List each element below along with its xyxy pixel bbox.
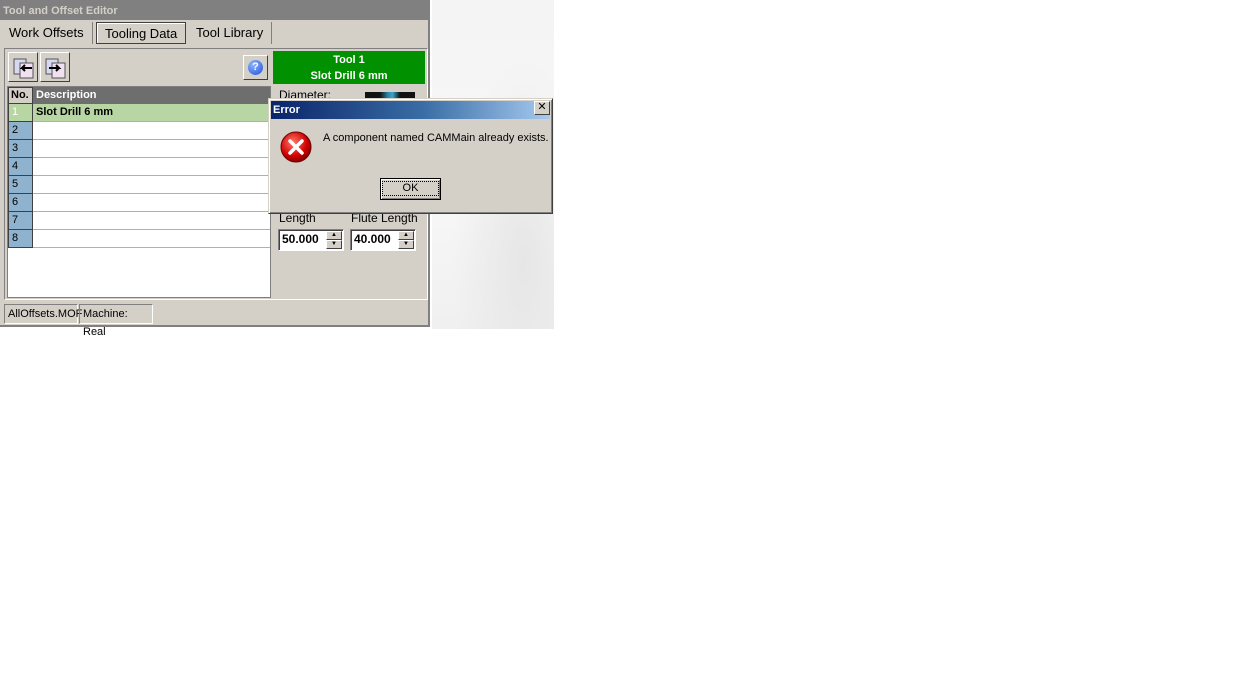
status-machine: Machine: Real [79,304,153,338]
ok-button[interactable]: OK [380,178,441,200]
export-tools-button[interactable] [40,52,70,82]
status-bar: AllOffsets.MOF Machine: Real [2,302,428,338]
flute-length-down-icon[interactable]: ▼ [398,240,414,249]
table-row[interactable]: 2 [8,122,270,140]
length-value[interactable]: 50.000 [282,232,319,246]
table-header: No. Description [8,87,270,104]
tool-table: No. Description 1 Slot Drill 6 mm 2 3 4 … [7,86,271,298]
column-header-description: Description [36,89,97,101]
row-description[interactable] [33,140,270,158]
row-number: 2 [8,122,33,140]
ok-button-label: OK [381,181,440,196]
row-description[interactable] [33,230,270,248]
table-row[interactable]: 4 [8,158,270,176]
tool-name-label: Slot Drill 6 mm [310,70,388,82]
flute-length-stepper[interactable]: 40.000 ▲ ▼ [350,229,416,251]
row-number: 6 [8,194,33,212]
row-description[interactable] [33,158,270,176]
row-number: 1 [8,104,33,122]
length-up-icon[interactable]: ▲ [326,231,342,240]
column-header-no: No. [8,87,33,104]
tab-tool-library[interactable]: Tool Library [188,22,273,44]
tab-bar: Work Offsets Tooling Data Tool Library [0,20,428,46]
length-stepper-buttons: ▲ ▼ [326,231,342,249]
row-description[interactable] [33,212,270,230]
flute-length-stepper-buttons: ▲ ▼ [398,231,414,249]
import-tools-icon [13,58,34,79]
tab-tooling-data[interactable]: Tooling Data [96,22,187,44]
table-row[interactable]: 1 Slot Drill 6 mm [8,104,270,122]
help-icon: ? [248,60,263,75]
row-number: 4 [8,158,33,176]
close-icon[interactable]: ✕ [534,101,550,115]
dialog-title: Error [271,101,550,119]
row-description[interactable] [33,122,270,140]
export-tools-icon [45,58,66,79]
row-description[interactable] [33,194,270,212]
row-number: 8 [8,230,33,248]
length-stepper[interactable]: 50.000 ▲ ▼ [278,229,344,251]
flute-length-up-icon[interactable]: ▲ [398,231,414,240]
dialog-message: A component named CAMMain already exists… [323,132,549,144]
length-down-icon[interactable]: ▼ [326,240,342,249]
table-row[interactable]: 6 [8,194,270,212]
window-title: Tool and Offset Editor [0,0,428,20]
flute-length-value[interactable]: 40.000 [354,232,391,246]
row-description[interactable] [33,176,270,194]
table-row[interactable]: 8 [8,230,270,248]
status-file: AllOffsets.MOF [4,304,82,324]
row-number: 7 [8,212,33,230]
row-number: 5 [8,176,33,194]
tool-number-label: Tool 1 [333,54,365,66]
table-row[interactable]: 5 [8,176,270,194]
tab-work-offsets[interactable]: Work Offsets [1,22,93,44]
error-dialog: Error ✕ A component named CAMMain alread… [268,98,553,214]
import-tools-button[interactable] [8,52,38,82]
row-number: 3 [8,140,33,158]
error-icon [280,131,312,163]
row-description[interactable]: Slot Drill 6 mm [33,104,270,122]
help-button[interactable]: ? [243,55,268,80]
table-row[interactable]: 3 [8,140,270,158]
tool-header: Tool 1 Slot Drill 6 mm [273,51,425,84]
table-row[interactable]: 7 [8,212,270,230]
